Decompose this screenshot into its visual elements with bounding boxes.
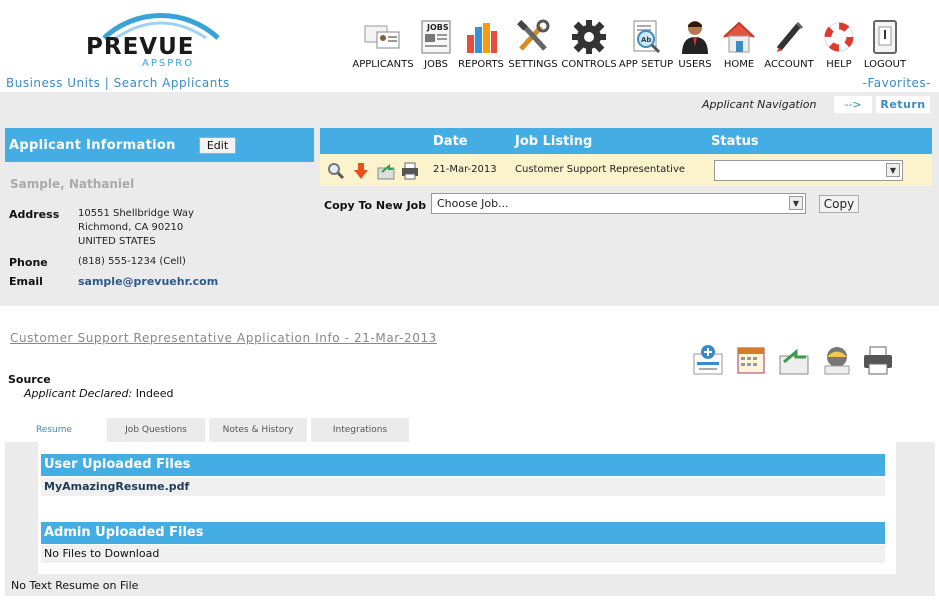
forward-icon[interactable] (377, 162, 395, 180)
nav-home[interactable]: HOME (716, 12, 762, 70)
nav-controls[interactable]: CONTROLS (560, 12, 618, 70)
next-arrow-button[interactable]: --> (834, 96, 872, 113)
links-bar: Business Units | Search Applicants -Favo… (0, 74, 939, 92)
print-icon[interactable] (401, 162, 419, 180)
admin-files-empty: No Files to Download (41, 545, 885, 563)
return-button[interactable]: Return (876, 96, 930, 113)
search-applicants-link[interactable]: Search Applicants (114, 76, 230, 90)
phone-value: (818) 555-1234 (Cell) (78, 256, 186, 267)
files-section: User Uploaded Files MyAmazingResume.pdf … (38, 442, 896, 574)
prevue-logo[interactable]: PREVUE APSPRO (86, 12, 236, 69)
date-column-header: Date (433, 134, 468, 149)
link-separator: | (104, 76, 110, 90)
business-units-link[interactable]: Business Units (6, 76, 100, 90)
applicant-info-card: Applicant Information Edit Sample, Natha… (5, 128, 314, 290)
applicant-declared-label: Applicant Declared: (24, 387, 133, 400)
help-icon (819, 17, 859, 57)
nav-help[interactable]: HELP (816, 12, 862, 70)
job-listing-panel: Date Job Listing Status 21-Mar-2013 Cust… (320, 128, 932, 290)
top-nav: APPLICANTS JOBS JOBS REPORTS SETTINGS CO… (350, 12, 908, 70)
nav-jobs[interactable]: JOBS JOBS (416, 12, 456, 70)
job-listing-column-header: Job Listing (515, 134, 593, 149)
logo-wordmark: PREVUE (86, 34, 195, 60)
applicant-info-header: Applicant Information Edit (5, 128, 314, 162)
job-table-header: Date Job Listing Status (320, 128, 932, 154)
users-icon (675, 17, 715, 57)
status-select[interactable]: ▼ (714, 160, 903, 181)
job-title: Customer Support Representative (515, 164, 686, 175)
address-line-1: 10551 Shellbridge Way (78, 208, 194, 219)
email-label: Email (9, 275, 43, 288)
tab-integrations[interactable]: Integrations (311, 418, 409, 442)
favorites-link[interactable]: -Favorites- (863, 76, 931, 90)
spotlight-application-icon[interactable] (821, 344, 853, 376)
nav-account[interactable]: ACCOUNT (762, 12, 816, 70)
phone-label: Phone (9, 256, 48, 269)
tab-resume[interactable]: Resume (5, 418, 103, 442)
no-text-resume: No Text Resume on File (11, 579, 139, 592)
email-link[interactable]: sample@prevuehr.com (78, 275, 218, 288)
account-icon (769, 17, 809, 57)
applicants-icon (363, 17, 403, 57)
job-date: 21-Mar-2013 (433, 164, 497, 175)
magnifier-icon[interactable] (327, 162, 345, 180)
chevron-down-icon: ▼ (886, 163, 900, 177)
user-file-link[interactable]: MyAmazingResume.pdf (41, 478, 885, 496)
home-icon (719, 17, 759, 57)
chevron-down-icon: ▼ (789, 196, 803, 210)
job-table-row: 21-Mar-2013 Customer Support Representat… (320, 154, 932, 186)
source-label: Source (8, 373, 51, 386)
settings-icon (513, 17, 553, 57)
resume-tab-content: User Uploaded Files MyAmazingResume.pdf … (5, 442, 935, 596)
schedule-icon[interactable] (735, 344, 767, 376)
copy-button[interactable]: Copy (819, 195, 859, 213)
jobs-icon: JOBS (416, 17, 456, 57)
svg-text:JOBS: JOBS (426, 23, 449, 32)
reports-icon (461, 17, 501, 57)
applicant-declared-value: Indeed (135, 387, 174, 400)
address-line-3: UNITED STATES (78, 236, 156, 247)
down-arrow-icon[interactable] (352, 162, 370, 180)
status-column-header: Status (711, 134, 759, 149)
applicant-name: Sample, Nathaniel (10, 177, 135, 191)
logout-icon (865, 17, 905, 57)
prevue-assessment-icon[interactable] (692, 344, 724, 376)
applicant-declared: Applicant Declared: Indeed (24, 387, 173, 400)
page: PREVUE APSPRO APPLICANTS JOBS JOBS REPOR… (0, 0, 939, 602)
app-setup-icon: Ab (626, 17, 666, 57)
tab-notes-history[interactable]: Notes & History (209, 418, 307, 442)
user-uploaded-files-header: User Uploaded Files (41, 454, 885, 476)
application-info-title[interactable]: Customer Support Representative Applicat… (10, 331, 437, 345)
logo-subtitle: APSPRO (142, 58, 195, 69)
applicant-navigation-bar: Applicant Navigation --> Return (0, 92, 939, 118)
copy-to-new-job-label: Copy To New Job (324, 199, 427, 212)
print-application-icon[interactable] (862, 344, 894, 376)
admin-uploaded-files-header: Admin Uploaded Files (41, 522, 885, 544)
controls-icon (569, 17, 609, 57)
applicant-navigation-label: Applicant Navigation (702, 98, 817, 111)
nav-logout[interactable]: LOGOUT (862, 12, 908, 70)
tab-job-questions[interactable]: Job Questions (107, 418, 205, 442)
nav-reports[interactable]: REPORTS (456, 12, 506, 70)
choose-job-select[interactable]: Choose Job... ▼ (431, 193, 806, 214)
nav-applicants[interactable]: APPLICANTS (350, 12, 416, 70)
nav-users[interactable]: USERS (674, 12, 716, 70)
application-tabs: Resume Job Questions Notes & History Int… (5, 418, 413, 442)
edit-button[interactable]: Edit (199, 137, 236, 154)
address-label: Address (9, 208, 60, 221)
nav-settings[interactable]: SETTINGS (506, 12, 560, 70)
svg-text:Ab: Ab (641, 36, 651, 44)
nav-app-setup[interactable]: Ab APP SETUP (618, 12, 674, 70)
address-line-2: Richmond, CA 90210 (78, 222, 184, 233)
email-application-icon[interactable] (778, 344, 810, 376)
